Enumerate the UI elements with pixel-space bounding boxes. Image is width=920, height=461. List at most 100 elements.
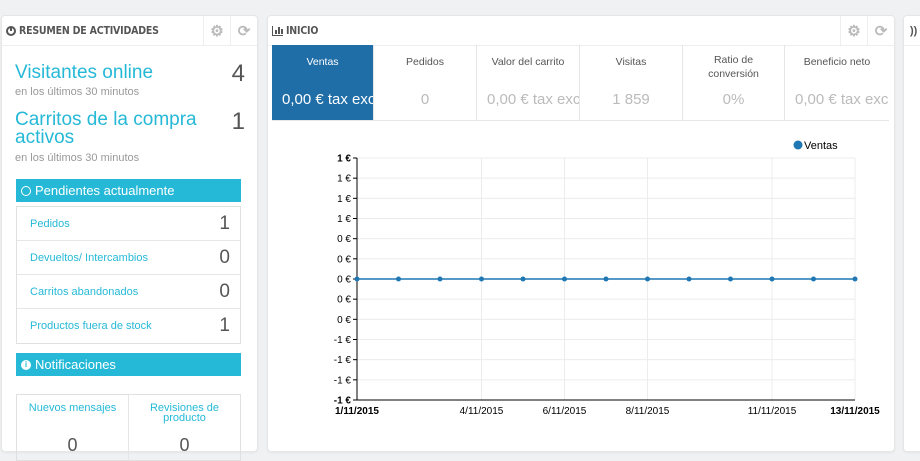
pending-orders-row[interactable]: Pedidos 1 [17,207,240,241]
pending-list: Pedidos 1 Devueltos/ Intercambios 0 Carr… [16,206,241,344]
kpi-tab-conversion[interactable]: Ratio de conversión 0% [683,45,785,120]
kpi-label: Beneficio neto [803,56,871,68]
rss-icon: )) [910,24,918,37]
kpi-tab-visits[interactable]: Visitas 1 859 [580,45,683,120]
notification-label[interactable]: Revisiones de producto [129,403,240,424]
pending-abandoned-carts-row[interactable]: Carritos abandonados 0 [17,275,240,309]
pending-item-count: 0 [219,246,230,268]
activity-panel: RESUMEN DE ACTIVIDADES ⚙ ⟳ Visitantes on… [1,15,258,461]
notification-count: 0 [67,435,78,455]
data-point [811,276,816,282]
y-tick-label: -1 € [334,396,352,407]
x-tick-label: 4/11/2015 [460,406,504,417]
y-tick-label: -1 € [334,355,352,366]
right-panel-header: )) [904,16,920,46]
data-point [603,276,609,282]
legend-marker [793,140,803,150]
pending-item-label[interactable]: Pedidos [30,218,70,230]
pending-item-label[interactable]: Devueltos/ Intercambios [30,252,148,264]
configure-gear-icon[interactable]: ⚙ [203,16,230,46]
notifications-section-title: Notificaciones [35,357,116,372]
kpi-tab-orders[interactable]: Pedidos 0 [374,45,477,120]
product-reviews-cell[interactable]: Revisiones de producto 0 [128,395,240,460]
kpi-value: 0,00 € tax excl. [282,91,374,108]
kpi-label: Ratio de conversión [708,54,759,80]
pending-item-label[interactable]: Productos fuera de stock [30,320,152,332]
activity-panel-title: RESUMEN DE ACTIVIDADES [19,24,159,37]
legend-label: Ventas [804,140,838,152]
y-tick-label: 1 € [337,214,351,225]
sales-chart-svg: 1 € 1 € 1 € 1 € 0 € 0 € 0 € 0 € 0 € -1 € -1 € -1 € -… [334,140,880,417]
kpi-value: 1 859 [612,91,650,108]
refresh-icon[interactable]: ⟳ [230,16,257,46]
new-messages-cell[interactable]: Nuevos mensajes 0 [17,395,128,460]
x-tick-label: 6/11/2015 [543,406,587,417]
data-point [479,276,484,282]
active-carts-count: 1 [231,108,245,135]
pending-item-count: 0 [219,280,230,302]
kpi-value: 0,00 € tax excl. [487,91,580,108]
clock-icon [6,25,16,36]
notification-count: 0 [179,435,190,455]
y-tick-label: 1 € [337,174,351,185]
active-carts-link[interactable]: Carritos de la compra activos [15,110,215,147]
refresh-icon[interactable]: ⟳ [867,16,894,46]
notifications-grid: Nuevos mensajes 0 Revisiones de producto… [16,394,241,461]
visitors-online-link[interactable]: Visitantes online [15,63,153,82]
data-point [562,276,567,282]
dashboard-panel-header: INICIO ⚙ ⟳ [268,16,894,46]
kpi-label: Valor del carrito [491,56,565,68]
bar-chart-icon [272,25,283,36]
visitors-online-subtitle: en los últimos 30 minutos [15,86,140,98]
y-tick-label: 0 € [337,295,351,306]
x-tick-label: 13/11/2015 [830,406,880,417]
data-point [396,276,401,282]
data-point [354,276,360,282]
kpi-tabs: Ventas 0,00 € tax excl. Pedidos 0 Valor … [272,45,889,121]
pending-returns-row[interactable]: Devueltos/ Intercambios 0 [17,241,240,275]
pending-item-count: 1 [219,315,230,336]
sales-chart: 1 € 1 € 1 € 1 € 0 € 0 € 0 € 0 € 0 € -1 € -1 € -1 € -… [272,130,889,430]
y-tick-label: 0 € [337,315,351,326]
right-panel: )) [903,15,920,452]
notification-label[interactable]: Nuevos mensajes [17,403,128,414]
activity-panel-header: RESUMEN DE ACTIVIDADES ⚙ ⟳ [2,16,257,46]
kpi-label: Ventas [306,56,339,68]
y-tick-label: 1 € [337,154,351,165]
x-tick-label: 8/11/2015 [626,406,670,417]
pending-out-of-stock-row[interactable]: Productos fuera de stock 1 [17,309,240,343]
kpi-value: 0,00 € tax excl. [795,91,889,108]
kpi-value: 0% [722,91,745,108]
info-icon: i [21,359,31,370]
visitors-online-count: 4 [231,60,245,87]
kpi-tab-sales[interactable]: Ventas 0,00 € tax excl. [272,45,374,120]
clock-icon [21,185,31,196]
pending-section-title: Pendientes actualmente [35,183,175,198]
y-tick-label: 0 € [337,275,351,286]
kpi-label: Pedidos [406,56,444,68]
data-point [645,276,650,282]
data-point [686,276,692,282]
x-tick-label: 1/11/2015 [335,406,379,417]
kpi-tab-net-profit[interactable]: Beneficio neto 0,00 € tax excl. [785,45,889,120]
active-carts-subtitle: en los últimos 30 minutos [15,152,140,164]
kpi-value: 0 [420,91,430,108]
data-point [769,276,775,282]
y-tick-label: 0 € [337,254,351,265]
kpi-label: Visitas [615,56,647,68]
y-tick-label: 0 € [337,234,351,245]
dashboard-panel-title: INICIO [286,24,319,37]
pending-section-header: Pendientes actualmente [16,179,241,202]
kpi-tab-cart-value[interactable]: Valor del carrito 0,00 € tax excl. [477,45,580,120]
pending-item-label[interactable]: Carritos abandonados [30,286,138,298]
x-tick-label: 11/11/2015 [748,406,797,417]
pending-item-count: 1 [219,212,230,234]
data-point [520,276,526,282]
notifications-section-header: i Notificaciones [16,353,241,376]
y-tick-label: -1 € [334,375,352,386]
configure-gear-icon[interactable]: ⚙ [840,16,867,46]
data-point [728,276,733,282]
y-tick-label: 1 € [337,194,351,205]
data-point [437,276,443,282]
y-tick-label: -1 € [334,335,352,346]
